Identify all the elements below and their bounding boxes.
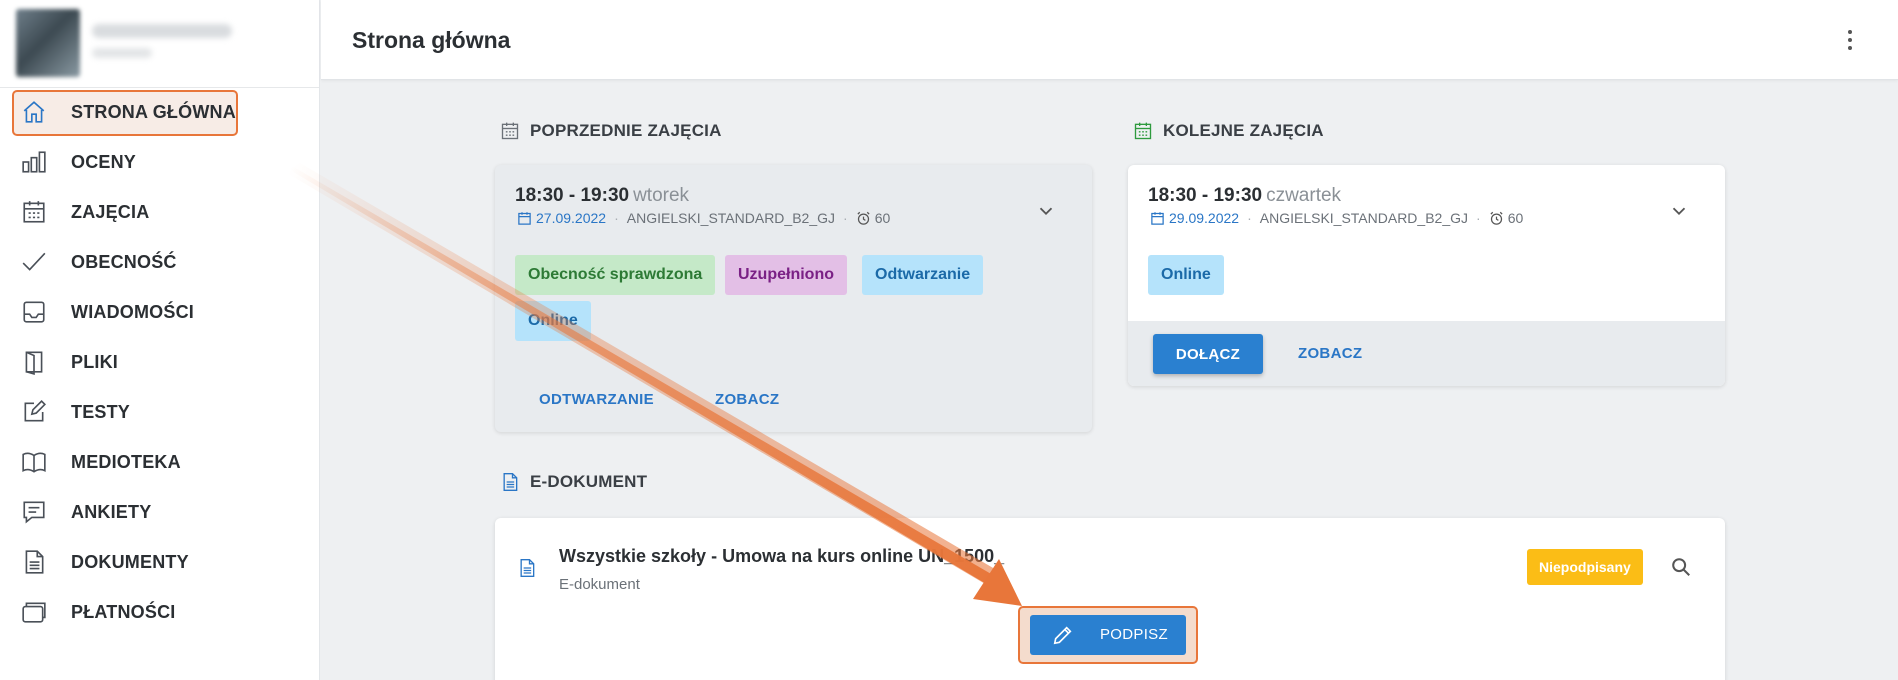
document-icon: [520, 559, 535, 577]
survey-icon: [20, 498, 48, 526]
sidebar-item-grades[interactable]: OCENY: [0, 140, 320, 184]
view-button[interactable]: ZOBACZ: [1298, 345, 1362, 362]
duration: 60: [874, 210, 891, 226]
more-options-icon[interactable]: [1840, 30, 1860, 50]
section-title: KOLEJNE ZAJĘCIA: [1163, 121, 1324, 140]
calendar-icon: [518, 211, 531, 225]
sidebar-item-label: ZAJĘCIA: [71, 201, 150, 222]
sidebar-item-label: WIADOMOŚCI: [71, 301, 194, 322]
view-button[interactable]: ZOBACZ: [715, 391, 779, 408]
sidebar-item-payments[interactable]: PŁATNOŚCI: [0, 590, 320, 634]
document-title[interactable]: Wszystkie szkoły - Umowa na kurs online …: [559, 546, 1004, 567]
sidebar-item-files[interactable]: PLIKI: [0, 340, 320, 384]
calendar-icon: [1151, 211, 1164, 225]
weekday: wtorek: [633, 185, 690, 206]
class-meta: 29.09.2022 · ANGIELSKI_STANDARD_B2_GJ · …: [1150, 210, 1523, 226]
alarm-clock-icon: [857, 211, 870, 225]
previous-class-card: 18:30 - 19:30 wtorek 27.09.2022 · ANGIELS…: [495, 165, 1092, 432]
sidebar-item-label: STRONA GŁÓWNA: [71, 101, 236, 122]
time-range: 18:30 - 19:30: [515, 185, 630, 206]
sidebar-item-documents[interactable]: DOKUMENTY: [0, 540, 320, 584]
wallet-icon: [20, 598, 48, 626]
class-meta: 27.09.2022 · ANGIELSKI_STANDARD_B2_GJ · …: [517, 210, 890, 226]
pencil-icon: [1053, 626, 1072, 645]
status-badge: Online: [515, 301, 591, 341]
chevron-down-icon[interactable]: [1035, 200, 1057, 222]
status-badge: Uzupełniono: [725, 255, 847, 295]
edit-icon: [20, 398, 48, 426]
section-title: E-DOKUMENT: [530, 472, 648, 491]
user-profile[interactable]: [0, 0, 319, 88]
sidebar-item-tests[interactable]: TESTY: [0, 390, 320, 434]
sidebar-item-label: OBECNOŚĆ: [71, 251, 177, 272]
next-class-card: 18:30 - 19:30 czwartek 29.09.2022 · ANGIE…: [1128, 165, 1725, 386]
sign-button[interactable]: PODPISZ: [1030, 615, 1186, 655]
section-title: POPRZEDNIE ZAJĘCIA: [530, 121, 722, 140]
inbox-icon: [20, 298, 48, 326]
avatar[interactable]: [16, 9, 80, 77]
sidebar-item-label: ANKIETY: [71, 501, 152, 522]
duration: 60: [1507, 210, 1524, 226]
next-classes-heading: KOLEJNE ZAJĘCIA: [1133, 120, 1324, 142]
search-icon[interactable]: [1670, 556, 1692, 578]
time-range: 18:30 - 19:30: [1148, 185, 1263, 206]
class-date: 29.09.2022: [1169, 210, 1240, 226]
sidebar-item-label: PŁATNOŚCI: [71, 601, 176, 622]
sidebar: STRONA GŁÓWNA OCENY ZAJĘCIA OBECNOŚĆ WIA…: [0, 0, 320, 680]
previous-classes-heading: POPRZEDNIE ZAJĘCIA: [500, 120, 722, 142]
sidebar-item-messages[interactable]: WIADOMOŚCI: [0, 290, 320, 334]
document-type: E-dokument: [559, 576, 640, 593]
class-time: 18:30 - 19:30 czwartek: [1148, 185, 1341, 207]
sign-label: PODPISZ: [1100, 626, 1168, 643]
user-name-blurred: [92, 24, 232, 38]
edocument-heading: E-DOKUMENT: [500, 471, 647, 493]
calendar-icon: [501, 122, 519, 140]
sidebar-item-label: MEDIOTEKA: [71, 451, 181, 472]
book-icon: [20, 448, 48, 476]
sidebar-item-attendance[interactable]: OBECNOŚĆ: [0, 240, 320, 284]
document-icon: [20, 548, 48, 576]
sidebar-item-label: DOKUMENTY: [71, 551, 189, 572]
home-icon: [20, 98, 48, 126]
join-button[interactable]: DOŁĄCZ: [1153, 334, 1263, 374]
course-code: ANGIELSKI_STANDARD_B2_GJ: [1259, 210, 1469, 226]
sidebar-item-label: PLIKI: [71, 351, 119, 372]
sidebar-item-home[interactable]: STRONA GŁÓWNA: [0, 90, 320, 134]
sidebar-item-label: OCENY: [71, 151, 137, 172]
calendar-icon: [20, 198, 48, 226]
chevron-down-icon[interactable]: [1668, 200, 1690, 222]
sidebar-item-classes[interactable]: ZAJĘCIA: [0, 190, 320, 234]
sidebar-item-media-library[interactable]: MEDIOTEKA: [0, 440, 320, 484]
weekday: czwartek: [1266, 185, 1342, 206]
alarm-clock-icon: [1490, 211, 1503, 225]
status-badge: Obecność sprawdzona: [515, 255, 716, 295]
book-open-icon: [20, 348, 48, 376]
top-header: Strona główna: [321, 0, 1898, 80]
class-time: 18:30 - 19:30 wtorek: [515, 185, 689, 207]
replay-button[interactable]: ODTWARZANIE: [539, 391, 654, 408]
unsigned-badge: Niepodpisany: [1527, 549, 1643, 585]
check-icon: [20, 248, 48, 276]
class-date: 27.09.2022: [536, 210, 607, 226]
sidebar-item-surveys[interactable]: ANKIETY: [0, 490, 320, 534]
status-badge: Online: [1148, 255, 1224, 295]
document-icon: [503, 473, 518, 491]
user-role-blurred: [92, 48, 152, 58]
calendar-icon: [1134, 122, 1152, 140]
course-code: ANGIELSKI_STANDARD_B2_GJ: [626, 210, 836, 226]
status-badge: Odtwarzanie: [862, 255, 984, 295]
sidebar-item-label: TESTY: [71, 401, 131, 422]
page-title: Strona główna: [352, 27, 511, 53]
bar-chart-icon: [20, 148, 48, 176]
